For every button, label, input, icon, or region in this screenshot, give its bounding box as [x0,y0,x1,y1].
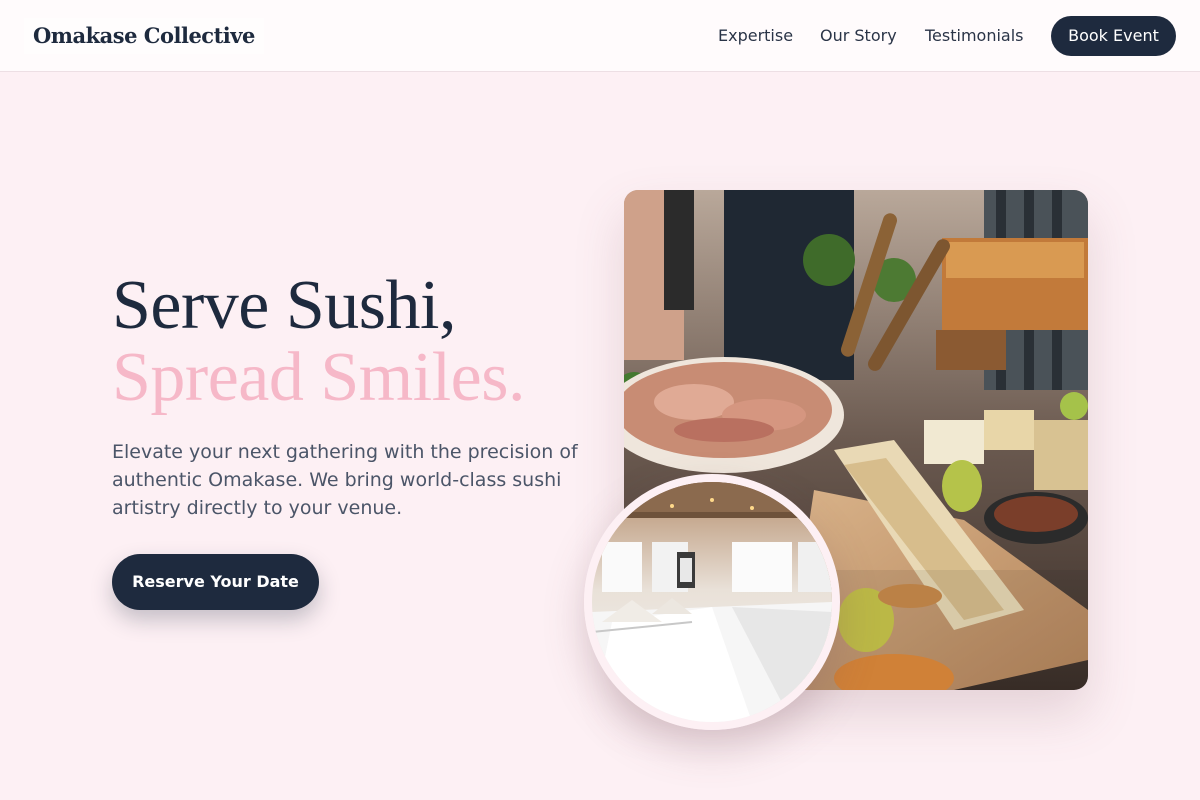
nav-link-expertise[interactable]: Expertise [718,24,793,48]
headline-line-2: Spread Smiles. [112,339,525,416]
reserve-date-button[interactable]: Reserve Your Date [112,554,319,610]
nav-link-testimonials[interactable]: Testimonials [925,24,1024,48]
brand-logo[interactable]: Omakase Collective [24,18,264,54]
headline-line-1: Serve Sushi, [112,267,457,344]
nav-link-our-story[interactable]: Our Story [820,24,897,48]
banquet-hall-image [584,474,840,730]
site-header: Omakase Collective Expertise Our Story T… [0,0,1200,72]
book-event-button[interactable]: Book Event [1051,16,1176,56]
hero-headline: Serve Sushi, Spread Smiles. [112,270,632,414]
hero-subtitle: Elevate your next gathering with the pre… [112,441,578,519]
